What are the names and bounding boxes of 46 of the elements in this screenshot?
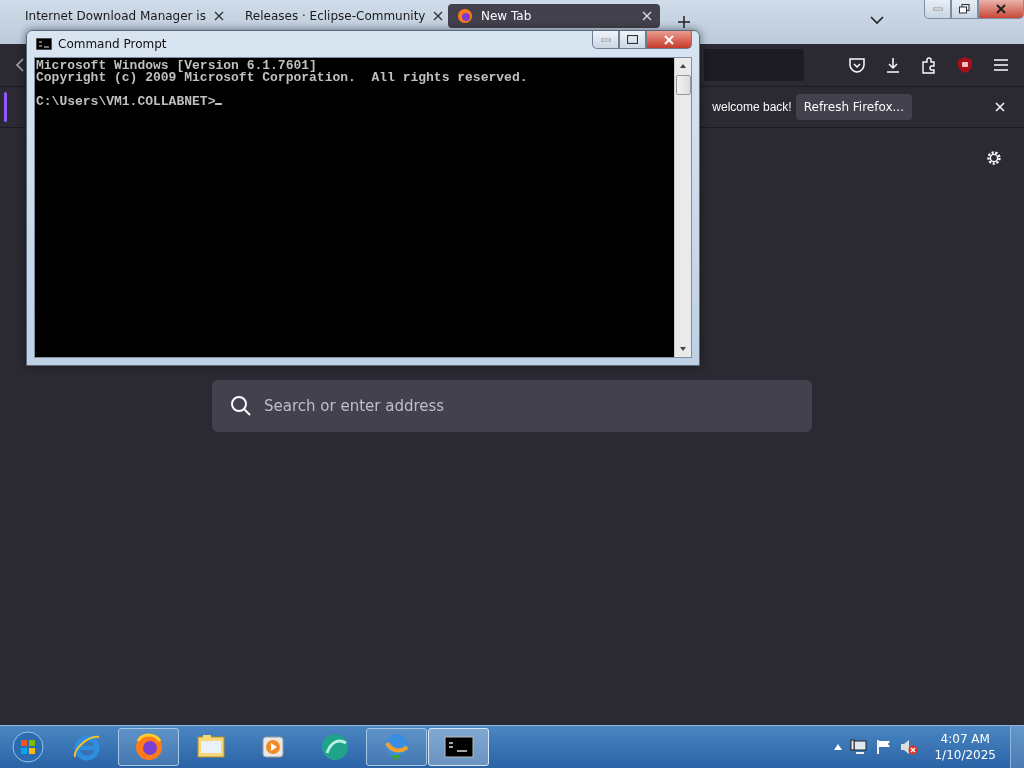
close-icon [996, 4, 1006, 14]
flag-icon[interactable] [876, 739, 893, 755]
scrollbar[interactable] [674, 58, 691, 357]
chevron-icon[interactable] [870, 15, 884, 25]
accent-bar [4, 92, 7, 122]
restore-button[interactable] [951, 0, 978, 19]
maximize-icon [627, 35, 638, 44]
speaker-muted-icon[interactable] [900, 739, 919, 755]
taskbar-button[interactable] [428, 728, 489, 766]
command-line[interactable]: C:\Users\VM1.COLLABNET> [36, 96, 673, 108]
browser-tab[interactable]: Releases · Eclipse-Community [228, 4, 440, 28]
maximize-button[interactable] [619, 31, 646, 49]
prompt-text: C:\Users\VM1.COLLABNET> [36, 94, 216, 109]
close-icon [664, 34, 674, 45]
settings-icon[interactable] [986, 150, 1002, 166]
network-icon[interactable] [850, 739, 869, 755]
download-icon[interactable] [884, 56, 902, 74]
console-line: Copyright (c) 2009 Microsoft Corporation. All rights reserved. [36, 72, 529, 84]
puzzle-icon[interactable] [920, 56, 938, 74]
window-title: Command Prompt [58, 37, 167, 51]
restore-icon [959, 4, 970, 14]
close-button[interactable] [646, 31, 692, 49]
shield-chevron-icon[interactable] [848, 56, 866, 74]
fire-globe-icon [457, 8, 473, 24]
search-field[interactable]: Search or enter address [212, 380, 812, 432]
show-hidden-icons-button[interactable] [834, 744, 843, 750]
close-icon[interactable] [213, 11, 224, 21]
notification-message: welcome back! [712, 100, 792, 114]
browser-tab[interactable]: New Tab [448, 4, 660, 28]
menu-icon[interactable] [992, 56, 1010, 74]
minimize-icon [600, 37, 611, 42]
browser-tab[interactable]: Internet Download Manager is [8, 4, 220, 28]
text-cursor [215, 103, 223, 105]
close-icon[interactable] [433, 11, 444, 21]
terminal-icon [36, 38, 52, 50]
minimize-icon [932, 7, 943, 11]
clock-date[interactable]: 1/10/2025 [934, 747, 996, 763]
minimize-button[interactable] [592, 31, 619, 49]
search-icon [230, 395, 252, 417]
close-button[interactable] [978, 0, 1024, 19]
console-line: Microsoft Windows [Version 6.1.7601] [36, 60, 317, 72]
shield-icon[interactable] [956, 56, 974, 74]
flag-orb-icon [12, 731, 44, 763]
refresh-button[interactable]: Refresh Firefox... [795, 94, 912, 120]
scroll-thumb[interactable] [675, 75, 691, 95]
clock-time[interactable]: 4:07 AM [940, 731, 990, 747]
